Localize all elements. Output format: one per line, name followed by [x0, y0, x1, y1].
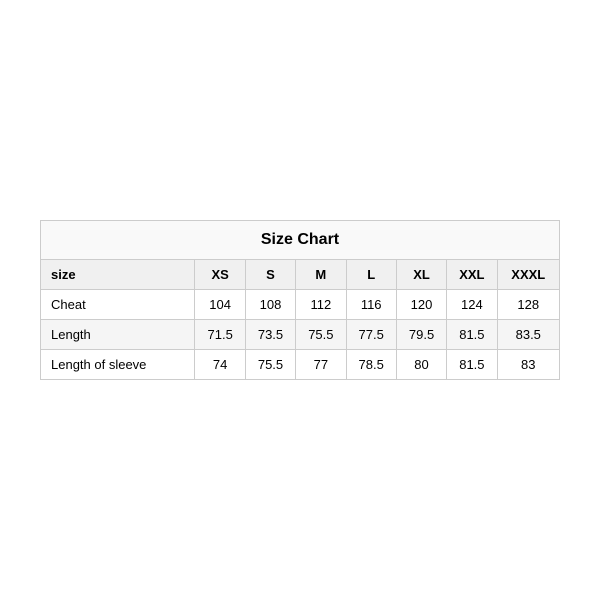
data-cell: 77.5	[346, 320, 396, 350]
header-cell: size	[41, 260, 195, 290]
data-cell: 120	[396, 290, 446, 320]
data-cell: 128	[497, 290, 559, 320]
data-cell: 77	[296, 350, 346, 380]
header-cell: XXL	[447, 260, 497, 290]
row-label: Cheat	[41, 290, 195, 320]
data-cell: 104	[195, 290, 245, 320]
data-cell: 83	[497, 350, 559, 380]
data-cell: 80	[396, 350, 446, 380]
data-cell: 112	[296, 290, 346, 320]
table-row: Length71.573.575.577.579.581.583.5	[41, 320, 560, 350]
data-cell: 108	[245, 290, 295, 320]
data-cell: 116	[346, 290, 396, 320]
data-cell: 83.5	[497, 320, 559, 350]
header-cell: XXXL	[497, 260, 559, 290]
table-title: Size Chart	[41, 221, 560, 260]
table-row: Length of sleeve7475.57778.58081.583	[41, 350, 560, 380]
size-chart-wrapper: Size Chart sizeXSSMLXLXXLXXXL Cheat10410…	[40, 220, 560, 380]
row-label: Length of sleeve	[41, 350, 195, 380]
row-label: Length	[41, 320, 195, 350]
header-row: sizeXSSMLXLXXLXXXL	[41, 260, 560, 290]
data-cell: 81.5	[447, 320, 497, 350]
header-cell: M	[296, 260, 346, 290]
header-cell: S	[245, 260, 295, 290]
data-cell: 71.5	[195, 320, 245, 350]
data-cell: 79.5	[396, 320, 446, 350]
data-cell: 124	[447, 290, 497, 320]
data-cell: 78.5	[346, 350, 396, 380]
data-cell: 74	[195, 350, 245, 380]
data-cell: 81.5	[447, 350, 497, 380]
data-cell: 75.5	[245, 350, 295, 380]
title-row: Size Chart	[41, 221, 560, 260]
data-cell: 75.5	[296, 320, 346, 350]
size-chart-table: Size Chart sizeXSSMLXLXXLXXXL Cheat10410…	[40, 220, 560, 380]
header-cell: L	[346, 260, 396, 290]
header-cell: XS	[195, 260, 245, 290]
header-cell: XL	[396, 260, 446, 290]
data-cell: 73.5	[245, 320, 295, 350]
table-row: Cheat104108112116120124128	[41, 290, 560, 320]
